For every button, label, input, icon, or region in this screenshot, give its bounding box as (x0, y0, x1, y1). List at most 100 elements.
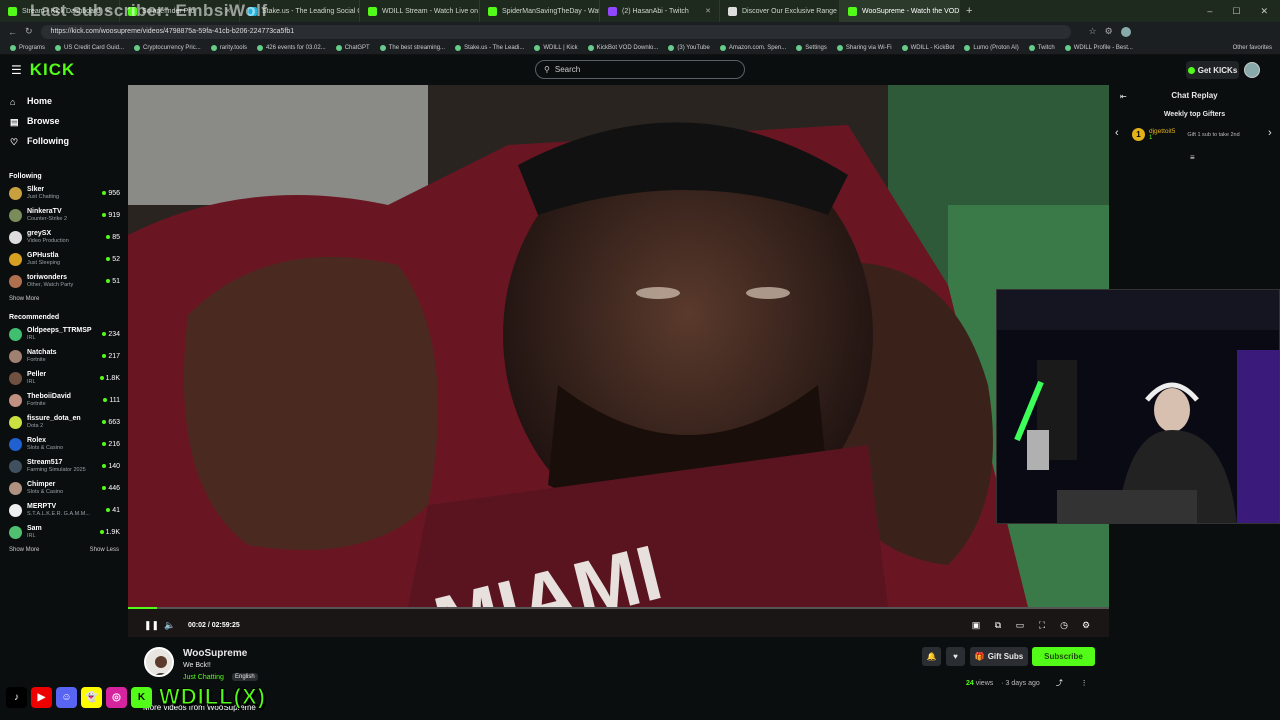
browser-tab[interactable]: (2) HasanAbi - Twitch ✕ (600, 0, 720, 22)
tab-close-icon[interactable]: ✕ (705, 7, 711, 15)
recommended-show-more[interactable]: Show More (9, 547, 39, 553)
browser-tab[interactable]: SpiderManSavingTheDay - Watch✕ (480, 0, 600, 22)
streamer-avatar[interactable] (144, 647, 174, 677)
channel-category: Slots & Casino (27, 444, 64, 451)
theater-mode-icon[interactable]: ▭ (1015, 620, 1025, 630)
social-overlay: ♪ ▶ ☺ 👻 ◎ K WDILL(X) (6, 684, 266, 710)
sidebar-channel[interactable]: Oldpeeps_TTRMSP IRL 234 (0, 323, 128, 345)
subscribe-button[interactable]: Subscribe (1032, 647, 1095, 666)
tab-title: (2) HasanAbi - Twitch (622, 7, 689, 15)
bookmark-item[interactable]: Settings (796, 44, 827, 51)
expand-gifters-icon[interactable]: ≡ (1190, 153, 1195, 162)
get-kicks-button[interactable]: Get KICKs (1186, 61, 1239, 79)
sidebar-channel[interactable]: NinkeraTV Counter-Strike 2 919 (0, 204, 128, 226)
star-icon[interactable]: ☆ (1089, 26, 1097, 37)
user-avatar[interactable] (1244, 62, 1260, 78)
sidebar-channel[interactable]: Rolex Slots & Casino 216 (0, 433, 128, 455)
refresh-icon[interactable]: ↻ (25, 26, 33, 37)
search-placeholder: Search (554, 65, 581, 74)
chevron-left-icon[interactable]: ‹ (1115, 127, 1119, 139)
search-input[interactable]: ⚲ Search (535, 60, 745, 79)
live-dot-icon (102, 332, 107, 336)
bookmark-item[interactable]: Lumo (Proton AI) (964, 44, 1019, 51)
sidebar-channel[interactable]: Stream517 Farming Simulator 2025 140 (0, 455, 128, 477)
pause-icon[interactable]: ❚❚ (144, 620, 159, 630)
back-icon[interactable]: ← (8, 27, 17, 37)
maximize-icon[interactable]: ☐ (1232, 6, 1240, 17)
top-gifter-entry[interactable]: 1 djgettoit5 1 Gift 1 sub to take 2nd (1132, 128, 1240, 141)
bookmark-icon (901, 44, 908, 51)
kick-logo[interactable]: KICK (30, 60, 76, 80)
minimize-icon[interactable]: – (1207, 6, 1212, 17)
progress-bar[interactable] (128, 607, 1109, 609)
bookmark-item[interactable]: WDILL Profile - Best... (1064, 44, 1133, 51)
bookmark-item[interactable]: ChatGPT (335, 44, 370, 51)
bookmark-item[interactable]: The best streaming... (379, 44, 445, 51)
close-window-icon[interactable]: ✕ (1260, 6, 1268, 17)
menu-icon[interactable]: ☰ (11, 63, 22, 77)
speed-icon[interactable]: ◷ (1059, 620, 1069, 630)
streamer-name[interactable]: WooSupreme (183, 648, 247, 659)
profile-icon[interactable] (1120, 26, 1131, 37)
new-tab-icon[interactable]: + (966, 5, 972, 17)
bookmark-item[interactable]: Programs (10, 44, 45, 51)
notification-bell-button[interactable]: 🔔 (922, 647, 941, 666)
nav-browse-label: Browse (27, 116, 60, 126)
sidebar-channel[interactable]: Sam IRL 1.9K (0, 521, 128, 543)
sidebar-channel[interactable]: MERPTV S.T.A.L.K.E.R. G.A.M.M... 41 (0, 499, 128, 521)
viewer-count: 52 (106, 256, 120, 263)
sidebar-channel[interactable]: toriwonders Other, Watch Party 51 (0, 270, 128, 292)
following-list: Slker Just Chatting 956 NinkeraTV Counter-St… (0, 182, 128, 292)
url-field[interactable]: https://kick.com/woosupreme/videos/47988… (40, 24, 1071, 39)
video-player[interactable]: MIAMI ❚❚ 🔈 00:02 / 02:59:25 ▣ ⧉ ▭ ⛶ ◷ ⚙ (128, 85, 1109, 637)
other-favorites[interactable]: Other favorites (1233, 45, 1280, 51)
browser-tab[interactable]: WDILL Stream - Watch Live on Ki✕ (360, 0, 480, 22)
bookmark-icon (335, 44, 342, 51)
sidebar-channel[interactable]: Chimper Slots & Casino 446 (0, 477, 128, 499)
bookmark-item[interactable]: Cryptocurrency Pric... (134, 44, 201, 51)
bookmark-item[interactable]: Stake.us - The Leadi... (455, 44, 524, 51)
bookmark-item[interactable]: WDILL - KickBot (901, 44, 954, 51)
sidebar-channel[interactable]: Natchats Fortnite 217 (0, 345, 128, 367)
nav-browse[interactable]: ▤ Browse (0, 111, 128, 131)
settings-gear-icon[interactable]: ⚙ (1081, 620, 1091, 630)
gift-subs-button[interactable]: 🎁 Gift Subs (970, 647, 1028, 666)
time-display: 00:02 / 02:59:25 (188, 621, 240, 629)
bookmark-item[interactable]: Twitch (1028, 44, 1055, 51)
sidebar-channel[interactable]: fissure_dota_en Dota 2 663 (0, 411, 128, 433)
stream-category[interactable]: Just Chatting (183, 674, 224, 681)
share-icon[interactable]: ⤴ (1056, 680, 1063, 687)
channel-category: Other, Watch Party (27, 281, 74, 288)
sidebar-channel[interactable]: GPHustla Just Sleeping 52 (0, 248, 128, 270)
sidebar-channel[interactable]: Slker Just Chatting 956 (0, 182, 128, 204)
bookmark-item[interactable]: KickBot VOD Downlo... (587, 44, 658, 51)
chevron-right-icon[interactable]: › (1268, 127, 1272, 139)
tab-favicon-icon (8, 6, 17, 16)
bookmark-item[interactable]: (3) YouTube (668, 44, 710, 51)
bookmark-icon (719, 44, 726, 51)
sidebar-channel[interactable]: Peller IRL 1.8K (0, 367, 128, 389)
extensions-icon[interactable]: ⚙ (1105, 26, 1113, 37)
bookmark-item[interactable]: US Credit Card Guid... (55, 44, 124, 51)
bookmark-item[interactable]: 426 events for 03.02... (256, 44, 326, 51)
follow-button[interactable]: ♥ (946, 647, 965, 666)
bookmark-icon (10, 44, 16, 51)
nav-home[interactable]: ⌂ Home (0, 91, 128, 111)
bookmark-item[interactable]: Amazon.com. Spen... (719, 44, 786, 51)
more-options-icon[interactable]: ⋮ (1081, 680, 1088, 687)
clip-icon[interactable]: ⧉ (993, 620, 1003, 630)
miniplayer-icon[interactable]: ▣ (971, 620, 981, 630)
bookmark-item[interactable]: rarity.tools (210, 44, 247, 51)
bookmark-item[interactable]: Sharing via Wi-Fi (836, 44, 892, 51)
nav-following[interactable]: ♡ Following (0, 131, 128, 151)
sidebar-channel[interactable]: TheboiiDavid Fortnite 111 (0, 389, 128, 411)
sidebar-channel[interactable]: greySX Video Production 85 (0, 226, 128, 248)
bookmark-item[interactable]: WDILL | Kick (534, 44, 578, 51)
browser-tab[interactable]: WooSupreme - Watch the VOD o✕ (840, 0, 960, 22)
recommended-show-less[interactable]: Show Less (90, 547, 119, 553)
browser-tab[interactable]: Discover Our Exclusive Range at✕ (720, 0, 840, 22)
volume-icon[interactable]: 🔈 (164, 620, 175, 630)
channel-name: Chimper (27, 480, 56, 488)
following-show-more[interactable]: Show More (0, 292, 128, 306)
fullscreen-icon[interactable]: ⛶ (1037, 620, 1047, 630)
